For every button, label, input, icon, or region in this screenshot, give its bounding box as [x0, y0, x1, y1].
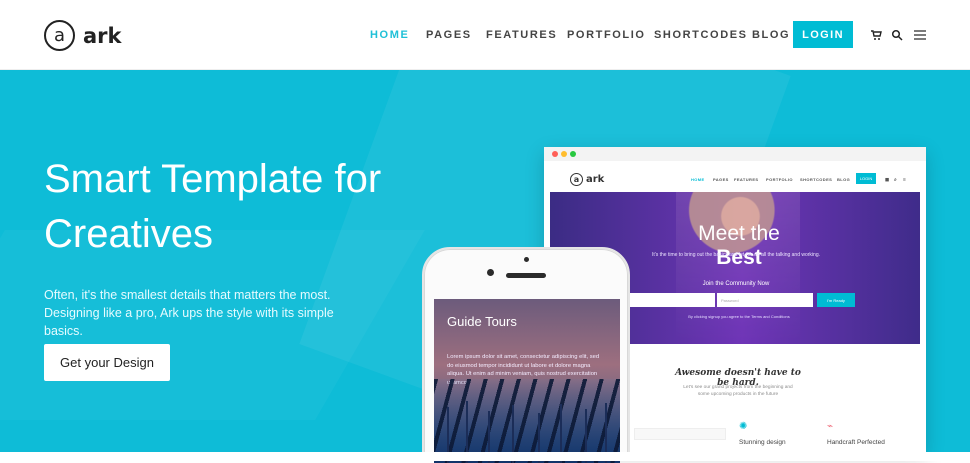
preview-menu-features: FEATURES	[734, 177, 759, 182]
phone-preview: Guide Tours Lorem ipsum dolor sit amet, …	[422, 247, 630, 463]
nav-item-features[interactable]: FEATURES	[486, 29, 557, 41]
search-icon[interactable]	[890, 28, 904, 42]
hero-description-line-2: Designing like a pro, Ark ups the style …	[44, 306, 334, 338]
nav-item-blog[interactable]: BLOG	[752, 29, 790, 41]
phone-screen-title: Guide Tours	[447, 314, 517, 329]
phone-sensor	[524, 257, 529, 262]
preview-subtitle: It's the time to bring out the basics an…	[652, 252, 820, 258]
phone-screen: Guide Tours Lorem ipsum dolor sit amet, …	[434, 299, 620, 463]
trend-icon: ⌁	[827, 421, 834, 432]
hero-description: Often, it's the smallest details that ma…	[44, 286, 374, 340]
menu-icon[interactable]	[913, 28, 927, 42]
feature-handcraft-perfected: Handcraft Perfected	[827, 439, 885, 446]
preview-menu-pages: PAGES	[713, 177, 729, 182]
preview-cart-icon: ◼	[885, 177, 890, 183]
preview-section-text-line-1: Let's see our grand projects from the be…	[683, 385, 793, 390]
nav-item-home[interactable]: HOME	[370, 29, 409, 41]
bottom-page-strip	[0, 452, 970, 461]
window-dot-green	[570, 151, 576, 157]
browser-window-bar	[544, 147, 926, 161]
preview-section-text: Let's see our grand projects from the be…	[668, 384, 808, 398]
top-navigation: a ark HOME PAGES FEATURES PORTFOLIO SHOR…	[0, 0, 970, 70]
nav-item-portfolio[interactable]: PORTFOLIO	[567, 29, 646, 41]
ark-logo[interactable]: a ark	[44, 20, 122, 51]
get-design-button[interactable]: Get your Design	[44, 344, 170, 381]
hero-description-line-1: Often, it's the smallest details that ma…	[44, 288, 331, 302]
preview-headline-prefix: Meet the	[698, 222, 780, 245]
preview-navigation: a ark HOME PAGES FEATURES PORTFOLIO SHOR…	[550, 167, 920, 195]
preview-mini-thumbnail	[634, 428, 726, 440]
hero-headline: Smart Template for Creatives	[44, 157, 382, 256]
preview-logo-text: ark	[586, 174, 605, 185]
logo-mark: a	[44, 20, 75, 51]
window-dot-yellow	[561, 151, 567, 157]
nav-item-shortcodes[interactable]: SHORTCODES	[654, 29, 748, 41]
preview-menu-portfolio: PORTFOLIO	[766, 177, 793, 182]
preview-logo-mark: a	[570, 173, 583, 186]
nav-item-pages[interactable]: PAGES	[426, 29, 472, 41]
preview-login-button: LOGIN	[856, 173, 876, 184]
preview-menu-icon: ≡	[903, 177, 907, 183]
preview-password-input: Password	[717, 293, 813, 307]
preview-section-text-line-2: some upcoming products in the future	[697, 392, 779, 397]
feature-stunning-design: Stunning design	[739, 439, 786, 446]
login-button[interactable]: LOGIN	[793, 21, 853, 48]
preview-ready-button: I'm Ready	[817, 293, 855, 307]
preview-search-icon: ⌕	[894, 177, 898, 183]
preview-logo: a ark	[570, 173, 604, 186]
window-dot-red	[552, 151, 558, 157]
phone-speaker	[506, 273, 546, 278]
preview-headline: Meet the Best	[674, 222, 804, 270]
preview-menu-blog: BLOG	[837, 177, 851, 182]
preview-menu-home: HOME	[691, 177, 705, 182]
phone-camera	[487, 269, 494, 276]
cart-icon[interactable]	[869, 28, 883, 42]
logo-text: ark	[83, 23, 122, 48]
preview-join-label: Join the Community Now	[702, 281, 770, 287]
preview-menu-shortcodes: SHORTCODES	[800, 177, 833, 182]
preview-email-input	[629, 293, 715, 307]
preview-terms: By clicking signup you agree to the Term…	[688, 314, 790, 319]
atom-icon: ✺	[739, 421, 748, 432]
venice-gondolas-image	[434, 379, 620, 463]
